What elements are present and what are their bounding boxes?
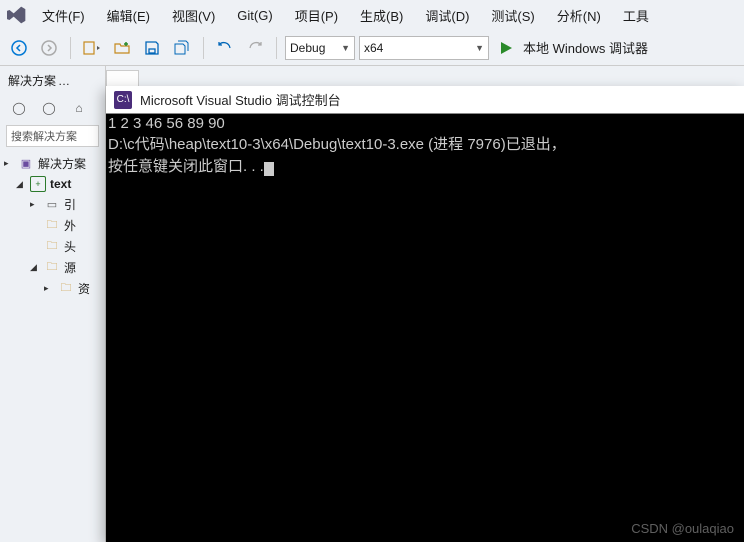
references-label: 引 [64, 196, 76, 213]
cpp-file-label: 资 [78, 280, 90, 297]
project-node[interactable]: ◢ + text [0, 174, 105, 194]
save-button[interactable] [139, 35, 165, 61]
console-line-1: 1 2 3 46 56 89 90 [108, 115, 225, 132]
expand-icon: ◢ [16, 179, 26, 190]
console-app-icon: C:\ [114, 91, 132, 109]
source-node[interactable]: ◢ 🗀 源 [0, 257, 105, 278]
project-label: text [50, 177, 71, 191]
expand-icon: ▸ [4, 158, 14, 169]
folder-icon: 🗀 [44, 239, 60, 255]
open-button[interactable] [109, 35, 135, 61]
project-icon: + [30, 176, 46, 192]
nav-back-button[interactable] [6, 35, 32, 61]
menu-view[interactable]: 视图(V) [162, 2, 225, 29]
console-line-3: 按任意键关闭此窗口. . . [108, 158, 264, 175]
references-node[interactable]: ▸ ▭ 引 [0, 194, 105, 215]
headers-node[interactable]: 🗀 头 [0, 236, 105, 257]
menu-analyze[interactable]: 分析(N) [547, 2, 611, 29]
menu-project[interactable]: 项目(P) [285, 2, 348, 29]
solution-explorer-toolbar: ◯ ◯ ⌂ [0, 95, 105, 121]
back-icon[interactable]: ◯ [6, 97, 32, 119]
start-debug-label[interactable]: 本地 Windows 调试器 [523, 38, 648, 57]
menu-bar: 文件(F) 编辑(E) 视图(V) Git(G) 项目(P) 生成(B) 调试(… [0, 0, 744, 30]
folder-icon: 🗀 [44, 218, 60, 234]
nav-forward-button[interactable] [36, 35, 62, 61]
platform-combo[interactable]: x64 ▼ [359, 36, 489, 60]
home-icon[interactable]: ⌂ [66, 97, 92, 119]
menu-tools[interactable]: 工具 [613, 2, 659, 29]
forward-icon[interactable]: ◯ [36, 97, 62, 119]
toolbar: Debug ▼ x64 ▼ 本地 Windows 调试器 [0, 30, 744, 66]
menu-test[interactable]: 测试(S) [481, 2, 544, 29]
expand-icon: ◢ [30, 262, 40, 273]
platform-label: x64 [364, 41, 383, 55]
chevron-down-icon: ▼ [341, 43, 350, 53]
references-icon: ▭ [44, 197, 60, 213]
menu-file[interactable]: 文件(F) [32, 2, 95, 29]
source-label: 源 [64, 259, 76, 276]
solution-search-input[interactable]: 搜索解决方案 [6, 125, 99, 147]
console-titlebar[interactable]: C:\ Microsoft Visual Studio 调试控制台 [106, 86, 744, 114]
start-debug-button[interactable] [493, 35, 519, 61]
save-all-button[interactable] [169, 35, 195, 61]
folder-icon: 🗀 [44, 260, 60, 276]
undo-button[interactable] [212, 35, 238, 61]
debug-console-window: C:\ Microsoft Visual Studio 调试控制台 1 2 3 … [106, 86, 744, 542]
vs-logo-icon [4, 2, 30, 28]
menu-git[interactable]: Git(G) [227, 4, 282, 27]
solution-tree: ▸ ▣ 解决方案 ◢ + text ▸ ▭ 引 🗀 外 🗀 [0, 151, 105, 301]
chevron-down-icon: ▼ [475, 43, 484, 53]
menu-debug[interactable]: 调试(D) [415, 2, 479, 29]
toolbar-sep [70, 37, 71, 59]
solution-label: 解决方案 [38, 155, 86, 172]
config-combo[interactable]: Debug ▼ [285, 36, 355, 60]
headers-label: 头 [64, 238, 76, 255]
expand-icon: ▸ [44, 283, 54, 294]
solution-explorer-title: 解决方案 [0, 66, 105, 95]
console-output[interactable]: 1 2 3 46 56 89 90 D:\c代码\heap\text10-3\x… [106, 114, 744, 178]
external-deps-node[interactable]: 🗀 外 [0, 215, 105, 236]
toolbar-sep2 [203, 37, 204, 59]
expand-icon: ▸ [30, 199, 40, 210]
solution-explorer-panel: 解决方案 ◯ ◯ ⌂ 搜索解决方案 ▸ ▣ 解决方案 ◢ + text ▸ ▭ … [0, 66, 106, 542]
solution-icon: ▣ [18, 156, 34, 172]
console-line-2: D:\c代码\heap\text10-3\x64\Debug\text10-3.… [108, 136, 566, 153]
config-label: Debug [290, 41, 325, 55]
menu-build[interactable]: 生成(B) [350, 2, 413, 29]
external-label: 外 [64, 217, 76, 234]
menu-edit[interactable]: 编辑(E) [97, 2, 160, 29]
redo-button[interactable] [242, 35, 268, 61]
console-cursor [264, 162, 274, 176]
cpp-file-node[interactable]: ▸ 🗀 资 [0, 278, 105, 299]
toolbar-sep3 [276, 37, 277, 59]
new-dropdown[interactable] [79, 35, 105, 61]
console-title-text: Microsoft Visual Studio 调试控制台 [140, 90, 341, 109]
solution-node[interactable]: ▸ ▣ 解决方案 [0, 153, 105, 174]
watermark-text: CSDN @oulaqiao [631, 521, 734, 536]
folder-icon: 🗀 [58, 281, 74, 297]
